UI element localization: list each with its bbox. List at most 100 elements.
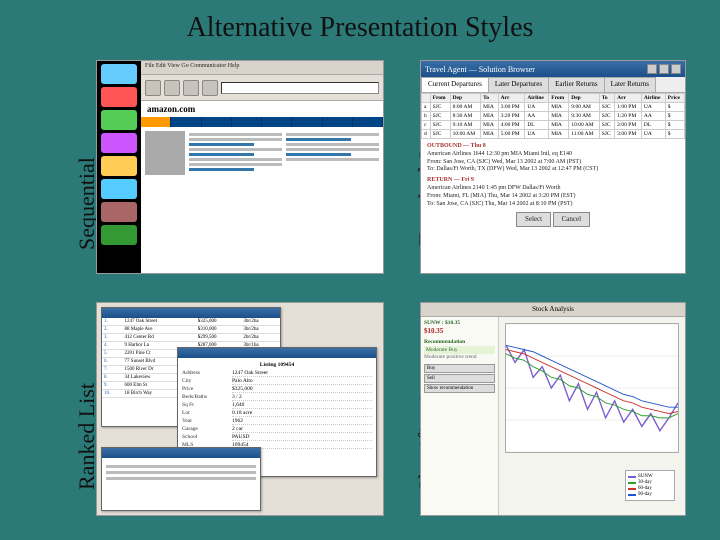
text-link[interactable] — [189, 168, 254, 171]
table-row[interactable]: cSJC9:10 AMMIA4:00 PMDLMIA10:00 AMSJC2:0… — [422, 121, 685, 130]
quadrant-grid: Sequential Tweaked Set Ranked List Class… — [0, 52, 720, 532]
sidebar-ad-icon — [101, 64, 137, 84]
list-item[interactable]: 1.1247 Oak Street$325,0003br/2ba — [102, 318, 280, 326]
result-tab[interactable]: Later Departures — [488, 77, 549, 92]
text-line — [189, 138, 282, 141]
info-panel: SUNW : $10.35 $10.35 Recommendation Mode… — [421, 317, 499, 515]
text-line — [189, 158, 282, 161]
table-row[interactable]: bSJC8:30 AMMIA3:20 PMAAMIA9:30 AMSJC1:20… — [422, 112, 685, 121]
sidebar-ad-icon — [101, 179, 137, 199]
nav-tab[interactable] — [323, 117, 353, 127]
result-tab[interactable]: Current Departures — [421, 77, 489, 92]
column-header: Dep — [450, 94, 481, 103]
maximize-icon[interactable] — [659, 64, 669, 74]
text-line — [286, 148, 379, 151]
legend-swatch-icon — [628, 488, 636, 490]
legend-item: SUNW — [628, 474, 672, 479]
column-header: Dep — [569, 94, 600, 103]
legend-item: 90-day — [628, 492, 672, 497]
back-button[interactable] — [145, 80, 161, 96]
text-link[interactable] — [189, 143, 254, 146]
column-header: To — [481, 94, 498, 103]
table-row[interactable]: dSJC10:00 AMMIA5:00 PMUAMIA11:00 AMSJC3:… — [422, 130, 685, 139]
nav-tabs[interactable] — [141, 117, 383, 127]
detail-heading: OUTBOUND — Thu 8 — [427, 143, 679, 151]
aux-window[interactable] — [101, 447, 261, 511]
site-logo[interactable]: amazon.com — [141, 101, 383, 117]
form-row: SchoolPAUSD — [182, 434, 372, 441]
detail-heading: RETURN — Fri 9 — [427, 177, 679, 185]
buy-button[interactable]: Buy — [424, 364, 495, 373]
form-row: CityPalo Alto — [182, 378, 372, 385]
text-line — [286, 158, 379, 161]
nav-tab[interactable] — [262, 117, 292, 127]
nav-tab[interactable] — [202, 117, 232, 127]
window-titlebar: Travel Agent — Solution Browser — [421, 61, 685, 77]
address-input[interactable] — [221, 82, 379, 94]
sidebar-ad-icon — [101, 110, 137, 130]
nav-tab[interactable] — [292, 117, 322, 127]
window-titlebar — [178, 348, 376, 358]
window-title: Travel Agent — Solution Browser — [425, 65, 535, 74]
text-line — [189, 163, 282, 166]
detail-line: American Airlines 2140 1:45 pm DFW Dalla… — [427, 185, 679, 193]
list-item[interactable]: 3.412 Center Rd$299,5002br/2ba — [102, 334, 280, 342]
chart-area: SUNW30-day60-day90-day — [499, 317, 685, 515]
nav-tab[interactable] — [353, 117, 383, 127]
sell-button[interactable]: Sell — [424, 374, 495, 383]
column-header — [422, 94, 431, 103]
nav-tab[interactable] — [141, 117, 171, 127]
detail-line: American Airlines 1644 12:30 pm MIA Miam… — [427, 151, 679, 159]
reload-button[interactable] — [183, 80, 199, 96]
browser-menubar[interactable]: File Edit View Go Communicator Help — [141, 61, 383, 75]
browser-toolbar — [141, 75, 383, 101]
select-button[interactable]: Select — [516, 212, 551, 227]
sidebar-ad-icon — [101, 133, 137, 153]
form-row: Lot0.18 acre — [182, 410, 372, 417]
detail-line: From: Miami, FL (MIA) Thu, Mar 14 2002 a… — [427, 193, 679, 201]
detail-line: To: Dallas/Ft Worth, TX (DFW) Wed, Mar 1… — [427, 166, 679, 174]
form-row: Garage2 car — [182, 426, 372, 433]
result-tab[interactable]: Later Returns — [604, 77, 656, 92]
product-photo[interactable] — [145, 131, 185, 175]
slide-title: Alternative Presentation Styles — [0, 0, 720, 52]
detail-line: To: San Jose, CA (SJC) Thu, Mar 14 2002 … — [427, 201, 679, 209]
column-header: Arr — [615, 94, 642, 103]
text-line — [286, 133, 379, 136]
web-page: amazon.com — [141, 101, 383, 273]
forward-button[interactable] — [164, 80, 180, 96]
nav-tab[interactable] — [232, 117, 262, 127]
result-tab[interactable]: Earlier Returns — [548, 77, 605, 92]
quadrant-classification: Stock Analysis SUNW : $10.35 $10.35 Reco… — [420, 302, 686, 516]
recommendation-label: Recommendation — [424, 339, 495, 345]
text-link[interactable] — [189, 153, 254, 156]
legend-item: 60-day — [628, 486, 672, 491]
minimize-icon[interactable] — [647, 64, 657, 74]
quadrant-tweaked-set: Travel Agent — Solution Browser Current … — [420, 60, 686, 274]
column-header: To — [599, 94, 614, 103]
price-value: $10.35 — [424, 327, 495, 335]
text-link[interactable] — [286, 138, 351, 141]
text-link[interactable] — [286, 153, 351, 156]
itinerary-detail: OUTBOUND — Thu 8 American Airlines 1644 … — [421, 139, 685, 231]
form-row: Sq Ft1,640 — [182, 402, 372, 409]
show-recommendation-button[interactable]: Show recommendation — [424, 384, 495, 393]
list-item[interactable]: 2.88 Maple Ave$310,0003br/2ba — [102, 326, 280, 334]
nav-tab[interactable] — [171, 117, 201, 127]
column-header: Airline — [641, 94, 665, 103]
sidebar-ad-icon — [101, 87, 137, 107]
quadrant-sequential: File Edit View Go Communicator Help amaz… — [96, 60, 384, 274]
column-header: Airline — [525, 94, 549, 103]
sidebar-ad-icon — [101, 156, 137, 176]
chart-legend: SUNW30-day60-day90-day — [625, 470, 675, 501]
recommendation-note: Moderate positive trend — [424, 354, 495, 360]
form-row: Beds/Baths3 / 2 — [182, 394, 372, 401]
ticker-label: SUNW : $10.35 — [424, 320, 495, 326]
close-icon[interactable] — [671, 64, 681, 74]
cancel-button[interactable]: Cancel — [553, 212, 590, 227]
table-row[interactable]: aSJC8:00 AMMIA3:00 PMUAMIA9:00 AMSJC1:00… — [422, 103, 685, 112]
home-button[interactable] — [202, 80, 218, 96]
column-header: Arr — [498, 94, 525, 103]
form-row: Year1962 — [182, 418, 372, 425]
window-titlebar — [102, 448, 260, 458]
